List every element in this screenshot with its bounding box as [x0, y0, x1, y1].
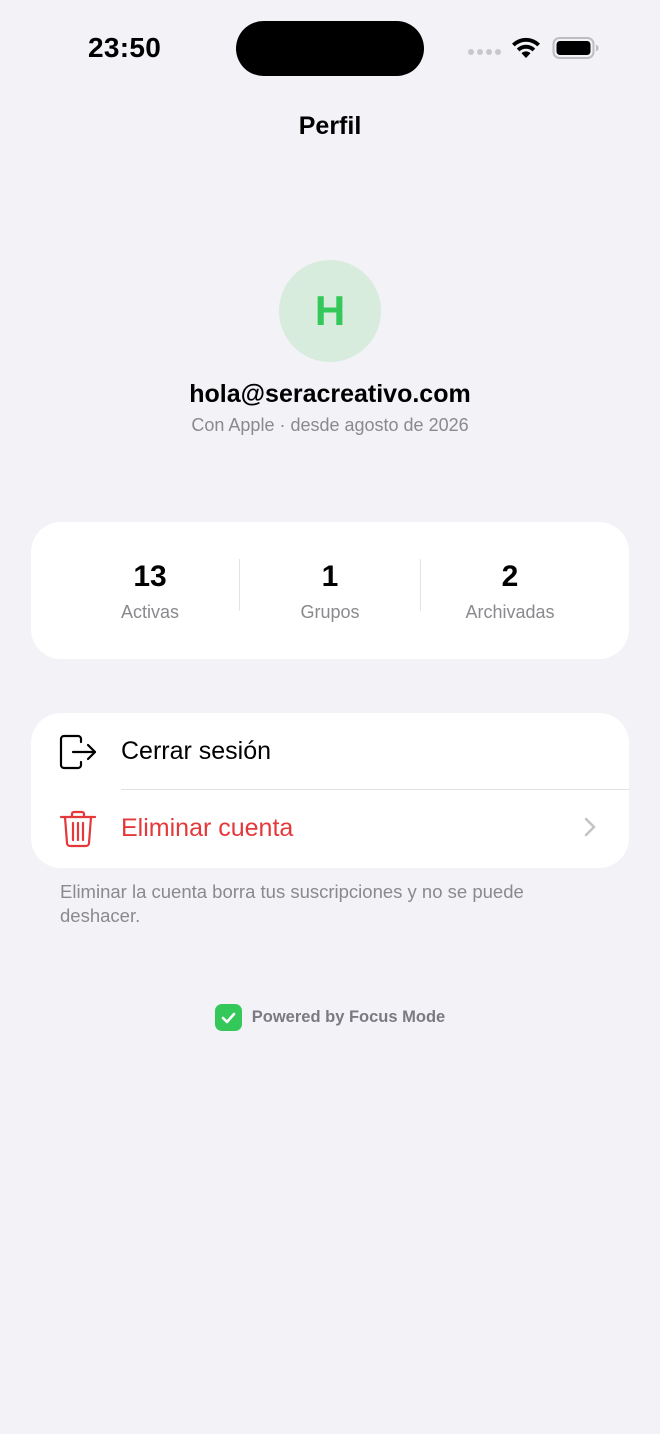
powered-by: Powered by Focus Mode — [0, 1004, 660, 1031]
logout-label: Cerrar sesión — [121, 737, 272, 765]
checkmark-icon — [214, 1004, 242, 1031]
cellular-signal-icon — [468, 49, 501, 55]
trash-icon — [59, 810, 97, 848]
stats-card: 13 Activas 1 Grupos 2 Archivadas — [31, 522, 629, 659]
logout-icon — [59, 734, 97, 770]
profile-email: hola@seracreativo.com — [189, 380, 471, 408]
avatar: H — [279, 260, 381, 362]
stat-label: Activas — [120, 602, 180, 622]
profile-subtitle: Con Apple · desde agosto de 2026 — [191, 415, 469, 435]
delete-account-footnote: Eliminar la cuenta borra tus suscripcion… — [60, 881, 524, 926]
delete-account-button[interactable]: Eliminar cuenta — [31, 790, 629, 867]
stat-label: Grupos — [300, 602, 360, 622]
avatar-initial: H — [314, 287, 346, 334]
chevron-right-icon — [584, 817, 596, 837]
logout-button[interactable]: Cerrar sesión — [31, 713, 629, 790]
page-title: Perfil — [298, 112, 362, 140]
wifi-icon — [512, 37, 540, 58]
powered-by-label: Powered by Focus Mode — [251, 1008, 446, 1026]
account-actions-card: Cerrar sesión Eliminar cuenta — [31, 713, 629, 868]
stat-label: Archivadas — [465, 602, 555, 622]
dynamic-island — [236, 21, 424, 76]
status-time: 23:50 — [88, 32, 162, 63]
stat-value: 13 — [133, 560, 167, 593]
stat-value: 1 — [321, 560, 339, 593]
stat-value: 2 — [501, 560, 519, 593]
delete-account-label: Eliminar cuenta — [121, 814, 294, 842]
battery-icon — [552, 37, 599, 59]
